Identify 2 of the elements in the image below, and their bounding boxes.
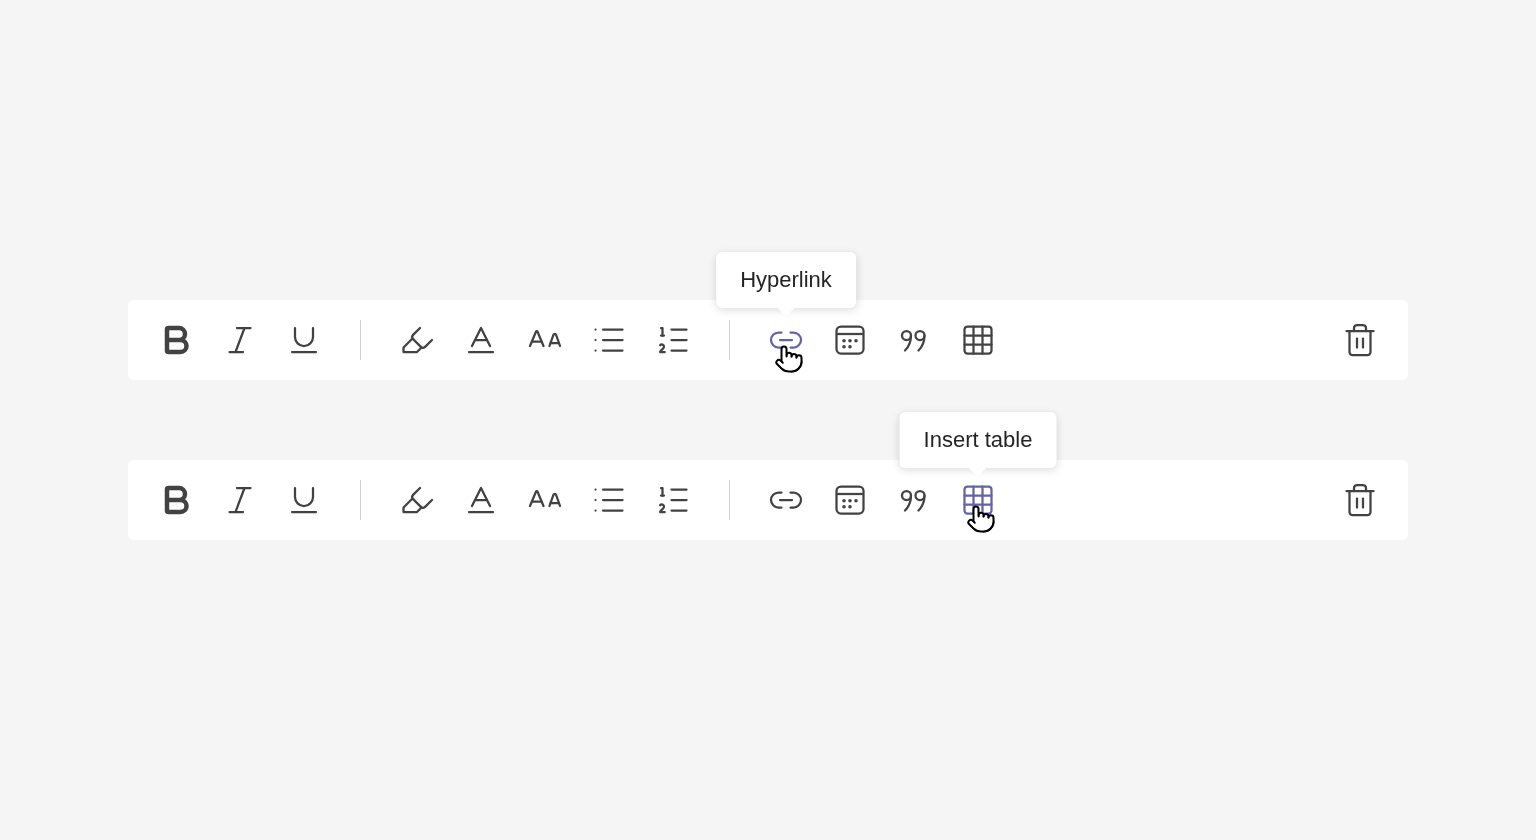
hand-cursor-icon bbox=[966, 504, 996, 534]
hand-cursor-icon bbox=[774, 344, 804, 374]
